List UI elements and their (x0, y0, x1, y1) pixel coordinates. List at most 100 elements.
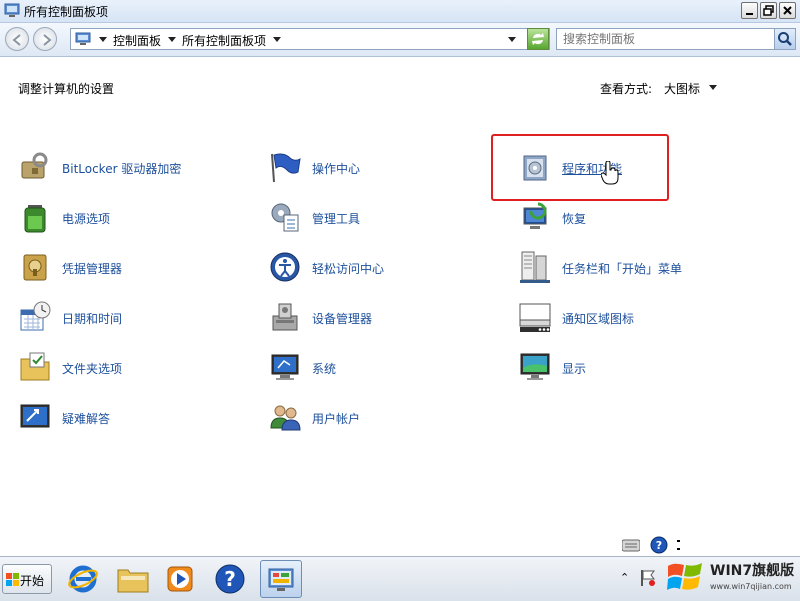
item-label[interactable]: 系统 (312, 360, 336, 377)
search-box[interactable] (556, 28, 796, 50)
restore-icon (763, 5, 774, 16)
taskbar-help-button[interactable]: ? (210, 560, 252, 598)
item-notification-area-icons[interactable]: 通知区域图标 (518, 300, 758, 340)
close-icon (783, 6, 792, 15)
control-panel-app-icon (4, 3, 20, 17)
search-button[interactable] (774, 29, 795, 49)
minimize-icon (746, 13, 753, 15)
item-power-options[interactable]: 电源选项 (18, 200, 258, 240)
taskbar-explorer-button[interactable] (112, 560, 154, 598)
search-icon (778, 32, 792, 46)
start-label: 开始 (20, 574, 45, 588)
recovery-icon (523, 202, 547, 229)
close-button[interactable] (779, 2, 796, 19)
item-credential-manager[interactable]: 凭据管理器 (18, 250, 258, 290)
item-date-time[interactable]: 日期和时间 (18, 300, 258, 340)
credential-manager-icon (23, 254, 47, 281)
view-by-chevron-icon[interactable] (709, 85, 717, 90)
address-field[interactable]: 控制面板 所有控制面板项 (70, 28, 550, 50)
forward-arrow-icon (43, 34, 52, 46)
item-device-manager[interactable]: 设备管理器 (268, 300, 508, 340)
breadcrumb-all-items[interactable]: 所有控制面板项 (182, 32, 266, 49)
item-troubleshooting[interactable]: 疑难解答 (18, 400, 258, 440)
item-user-accounts[interactable]: 用户帐户 (268, 400, 508, 440)
user-accounts-icon (270, 405, 301, 431)
item-label[interactable]: 操作中心 (312, 160, 360, 177)
title-bar: 所有控制面板项 (0, 0, 800, 23)
item-action-center[interactable]: 操作中心 (268, 150, 508, 190)
windows-flag-logo-icon (667, 563, 702, 590)
taskbar-ie-button[interactable] (62, 560, 104, 598)
taskbar-media-player-button[interactable] (160, 560, 202, 598)
item-bitlocker[interactable]: BitLocker 驱动器加密 (18, 150, 258, 190)
item-label[interactable]: 任务栏和「开始」菜单 (562, 260, 682, 277)
item-label[interactable]: 恢复 (562, 210, 586, 227)
hand-cursor-icon (601, 161, 619, 185)
item-label[interactable]: 管理工具 (312, 210, 360, 227)
view-by-label: 查看方式: (600, 82, 653, 96)
item-recovery[interactable]: 恢复 (518, 200, 758, 240)
forward-button[interactable] (33, 27, 57, 51)
power-battery-icon (24, 205, 46, 233)
control-panel-icon (75, 32, 91, 45)
restore-button[interactable] (760, 2, 777, 19)
item-admin-tools[interactable]: 管理工具 (268, 200, 508, 240)
notification-icons-icon (519, 303, 551, 332)
item-label[interactable]: BitLocker 驱动器加密 (62, 160, 181, 177)
address-history-dropdown-icon[interactable] (508, 37, 516, 42)
view-by-dropdown[interactable]: 大图标 (664, 80, 700, 97)
admin-tools-icon (271, 203, 299, 232)
item-taskbar-start-menu[interactable]: 任务栏和「开始」菜单 (518, 250, 758, 290)
windows-logo-icon (6, 573, 19, 586)
start-button[interactable]: 开始 (2, 564, 52, 594)
tray-separator-icon (677, 540, 680, 550)
item-label[interactable]: 日期和时间 (62, 310, 122, 327)
address-bar: 控制面板 所有控制面板项 (0, 23, 800, 57)
show-hidden-icons-icon[interactable]: ⌃ (620, 571, 629, 584)
item-display[interactable]: 显示 (518, 350, 758, 390)
item-label[interactable]: 通知区域图标 (562, 310, 634, 327)
help-icon: ? (215, 564, 245, 594)
item-label[interactable]: 设备管理器 (312, 310, 372, 327)
ease-of-access-icon (270, 252, 300, 282)
minimize-button[interactable] (741, 2, 758, 19)
item-system[interactable]: 系统 (268, 350, 508, 390)
refresh-button[interactable] (527, 28, 549, 50)
keyboard-icon[interactable] (622, 538, 640, 552)
item-label[interactable]: 轻松访问中心 (312, 260, 384, 277)
page-heading: 调整计算机的设置 (18, 82, 115, 96)
flag-tray-icon[interactable] (640, 569, 656, 587)
date-time-icon (20, 301, 51, 331)
taskbar-control-panel-button[interactable] (260, 560, 302, 598)
breadcrumb-separator-icon[interactable] (168, 37, 176, 42)
floating-tray: ? (616, 534, 690, 556)
help-balloon-icon[interactable]: ? (650, 536, 668, 554)
control-panel-icon (268, 568, 294, 591)
watermark: WIN7旗舰版 www.win7qijian.com (662, 556, 800, 600)
item-label[interactable]: 文件夹选项 (62, 360, 122, 377)
highlight-box (491, 134, 669, 201)
folder-options-icon (20, 352, 50, 381)
svg-text:?: ? (224, 567, 236, 591)
back-button[interactable] (5, 27, 29, 51)
back-arrow-icon (12, 34, 21, 46)
breadcrumb-control-panel[interactable]: 控制面板 (113, 32, 161, 49)
breadcrumb-separator-icon[interactable] (273, 37, 281, 42)
search-input[interactable] (563, 31, 768, 47)
item-folder-options[interactable]: 文件夹选项 (18, 350, 258, 390)
refresh-arrows-icon (532, 33, 544, 45)
content-area: 调整计算机的设置 查看方式: 大图标 BitLocker 驱动器加密 操作中心 … (0, 57, 800, 555)
explorer-folder-icon (117, 569, 149, 593)
item-label[interactable]: 电源选项 (62, 210, 110, 227)
item-label[interactable]: 凭据管理器 (62, 260, 122, 277)
troubleshooting-icon (20, 404, 50, 428)
item-ease-of-access[interactable]: 轻松访问中心 (268, 250, 508, 290)
watermark-title: WIN7旗舰版 (710, 563, 795, 579)
item-label[interactable]: 疑难解答 (62, 410, 110, 427)
item-label[interactable]: 显示 (562, 360, 586, 377)
breadcrumb-root-dropdown-icon[interactable] (99, 37, 107, 42)
window-title: 所有控制面板项 (24, 5, 109, 19)
bitlocker-icon (21, 152, 48, 179)
media-player-icon (167, 566, 193, 592)
item-label[interactable]: 用户帐户 (312, 410, 360, 427)
